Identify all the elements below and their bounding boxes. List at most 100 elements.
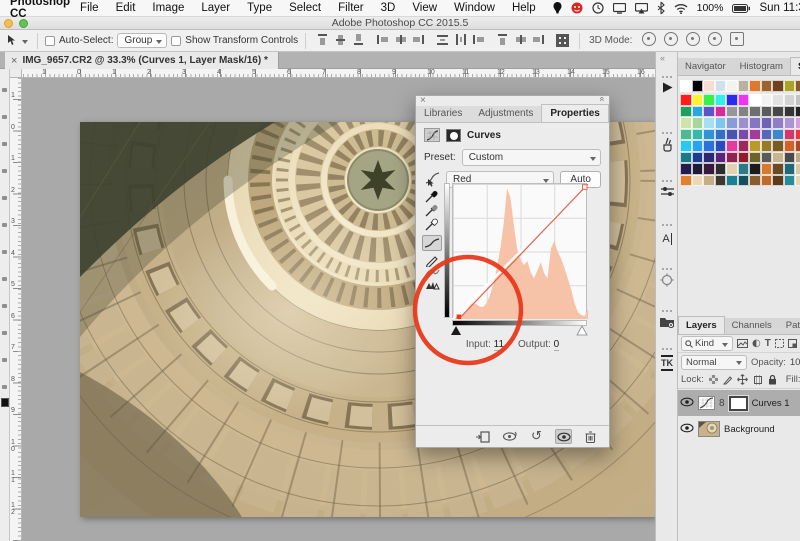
color-swatch[interactable]: [691, 140, 703, 152]
color-swatch[interactable]: [783, 94, 795, 106]
color-swatch[interactable]: [737, 163, 749, 175]
bluetooth-icon[interactable]: [657, 2, 665, 14]
color-swatch[interactable]: [783, 105, 795, 117]
layer-visibility-eye-icon[interactable]: [680, 397, 694, 409]
color-swatch[interactable]: [691, 128, 703, 140]
pencil-curve-icon[interactable]: [425, 254, 442, 267]
color-swatch[interactable]: [783, 80, 795, 92]
color-swatch[interactable]: [680, 151, 692, 163]
color-swatch[interactable]: [680, 163, 692, 175]
show-transform-checkbox[interactable]: [171, 35, 182, 46]
color-swatch[interactable]: [714, 80, 726, 92]
character-panel-icon[interactable]: A: [656, 224, 678, 247]
filter-type-layers-icon[interactable]: T: [765, 338, 771, 349]
color-swatch[interactable]: [691, 117, 703, 129]
auto-select-dropdown[interactable]: Group: [117, 33, 168, 48]
distribute-right-edges-icon[interactable]: [532, 33, 545, 46]
color-swatch[interactable]: [760, 80, 772, 92]
distribute-top-edges-icon[interactable]: [496, 33, 509, 46]
color-swatch[interactable]: [680, 94, 692, 106]
color-swatch[interactable]: [703, 117, 715, 129]
menu-item-select[interactable]: Select: [289, 2, 321, 14]
3d-roll-icon[interactable]: [664, 32, 679, 46]
color-swatch[interactable]: [703, 128, 715, 140]
lock-transparent-pixels-icon[interactable]: [708, 375, 718, 384]
lock-all-icon[interactable]: [768, 374, 777, 385]
opacity-value[interactable]: 100%: [790, 357, 800, 368]
color-swatch[interactable]: [772, 117, 784, 129]
menu-item-layer[interactable]: Layer: [201, 2, 230, 14]
color-swatch[interactable]: [772, 128, 784, 140]
menu-item-3d[interactable]: 3D: [381, 2, 396, 14]
color-swatch[interactable]: [795, 151, 800, 163]
color-swatch[interactable]: [714, 105, 726, 117]
color-swatch[interactable]: [749, 163, 761, 175]
color-swatch[interactable]: [726, 140, 738, 152]
color-swatch[interactable]: [680, 105, 692, 117]
close-tab-icon[interactable]: ×: [11, 55, 17, 67]
color-swatch[interactable]: [749, 80, 761, 92]
distribute-vertical-icon[interactable]: [436, 33, 449, 46]
color-swatch[interactable]: [737, 140, 749, 152]
color-swatch[interactable]: [703, 163, 715, 175]
move-tool-icon[interactable]: [4, 34, 18, 48]
auto-select-checkbox[interactable]: [45, 35, 55, 46]
color-swatch[interactable]: [760, 163, 772, 175]
color-swatch[interactable]: [691, 151, 703, 163]
3d-zoom-camera-icon[interactable]: [730, 32, 745, 46]
color-swatch[interactable]: [783, 117, 795, 129]
color-swatch[interactable]: [760, 140, 772, 152]
color-swatch[interactable]: [703, 140, 715, 152]
blend-mode-dropdown[interactable]: Normal: [681, 354, 747, 370]
color-swatch[interactable]: [795, 80, 800, 92]
color-swatch[interactable]: [726, 128, 738, 140]
menu-item-help[interactable]: Help: [512, 2, 536, 14]
libraries-folder-icon[interactable]: [656, 310, 678, 328]
color-swatch[interactable]: [760, 151, 772, 163]
preset-dropdown[interactable]: Custom: [461, 149, 601, 166]
color-swatch[interactable]: [691, 163, 703, 175]
distribute-left-edges-icon[interactable]: [472, 33, 485, 46]
color-swatch[interactable]: [772, 105, 784, 117]
menu-clock[interactable]: Sun 11:37 AM: [759, 2, 800, 14]
targeted-adjustment-icon[interactable]: [424, 172, 440, 187]
horizontal-ruler[interactable]: 1 0 1 2 3 4 5 6 7 8 9 10 11 12 13 14 15 16: [10, 69, 655, 78]
layer-name[interactable]: Curves 1: [752, 398, 790, 409]
distribute-spacing-icon[interactable]: [556, 34, 570, 47]
layer-mask-thumbnail[interactable]: [727, 394, 749, 412]
filter-shape-layers-icon[interactable]: [774, 339, 784, 348]
menu-item-window[interactable]: Window: [454, 2, 495, 14]
menu-app-name[interactable]: Photoshop CC: [10, 0, 70, 20]
align-vertical-centers-icon[interactable]: [334, 33, 347, 46]
distribute-horizontal-icon[interactable]: [454, 33, 467, 46]
color-swatch[interactable]: [691, 174, 703, 186]
tab-paths[interactable]: Paths: [779, 317, 800, 334]
color-swatch[interactable]: [714, 163, 726, 175]
layer-row-curves-1[interactable]: 8 Curves 1: [678, 390, 800, 416]
smooth-curve-icon[interactable]: [425, 267, 442, 280]
curves-adjustment-thumbnail[interactable]: [698, 396, 715, 410]
3d-orbit-icon[interactable]: [642, 32, 657, 46]
vertical-ruler[interactable]: 1 0 1 2 3 4 5 6 7 8 9 10 11 12: [10, 78, 22, 541]
color-swatch[interactable]: [691, 105, 703, 117]
color-swatch[interactable]: [749, 105, 761, 117]
color-swatch[interactable]: [737, 128, 749, 140]
color-swatch[interactable]: [783, 140, 795, 152]
color-swatch[interactable]: [795, 94, 800, 106]
color-swatch[interactable]: [714, 94, 726, 106]
color-swatch[interactable]: [772, 151, 784, 163]
color-swatch[interactable]: [680, 128, 692, 140]
color-swatch[interactable]: [749, 151, 761, 163]
color-swatch[interactable]: [795, 140, 800, 152]
color-swatch[interactable]: [691, 80, 703, 92]
color-swatch[interactable]: [760, 128, 772, 140]
color-swatch[interactable]: [760, 105, 772, 117]
color-swatch[interactable]: [772, 163, 784, 175]
foreground-color-swatch[interactable]: [1, 398, 9, 407]
layer-row-background[interactable]: Background: [678, 416, 800, 442]
menu-item-file[interactable]: File: [80, 2, 99, 14]
color-swatch[interactable]: [760, 117, 772, 129]
color-swatch[interactable]: [737, 117, 749, 129]
tab-properties[interactable]: Properties: [541, 104, 609, 122]
color-swatch[interactable]: [714, 117, 726, 129]
